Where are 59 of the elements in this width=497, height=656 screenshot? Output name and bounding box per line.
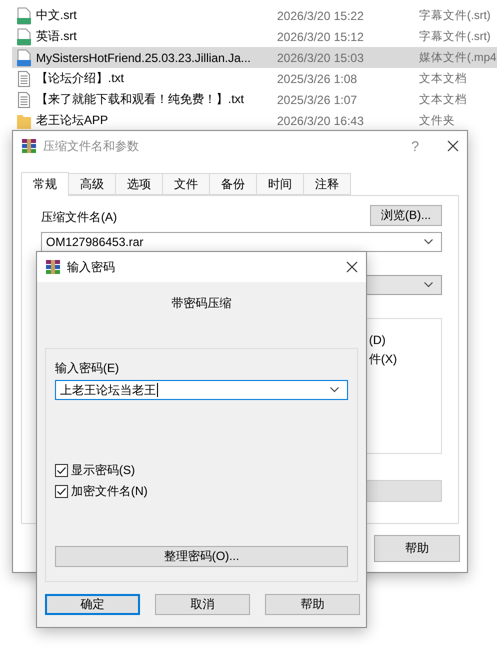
- option-label: (D): [369, 333, 387, 347]
- close-icon[interactable]: [346, 261, 358, 273]
- text-file-icon: [16, 70, 32, 88]
- window-title: 压缩文件名和参数: [43, 138, 140, 154]
- password-field[interactable]: 上老王论坛当老王: [55, 380, 348, 400]
- tab[interactable]: 文件: [162, 173, 210, 195]
- tab[interactable]: 注释: [303, 173, 351, 195]
- field-label: 压缩文件名(A): [41, 209, 117, 226]
- dialog-button[interactable]: 取消: [155, 594, 250, 615]
- archive-app-icon: [45, 259, 61, 275]
- option-label: 件(X): [369, 351, 398, 368]
- file-date: 2026/3/20 15:03: [277, 50, 365, 64]
- field-label: 输入密码(E): [55, 360, 120, 377]
- file-row[interactable]: MySistersHotFriend.25.03.23.Jillian.Ja... 2026/3/20 15:03 媒体文件(.mp4: [12, 47, 497, 68]
- text-file-icon: [16, 90, 32, 108]
- file-name: 【来了就能下载和观看！纯免费！】.txt: [36, 91, 246, 108]
- help-button[interactable]: 帮助: [374, 535, 460, 562]
- tab[interactable]: 常规: [21, 172, 69, 196]
- dialog-button[interactable]: 帮助: [265, 594, 360, 615]
- file-row[interactable]: 【来了就能下载和观看！纯免费！】.txt 2025/3/26 1:07 文本文档: [12, 89, 497, 110]
- file-type: 文本文档: [419, 72, 468, 86]
- file-name: 中文.srt: [36, 7, 78, 24]
- checkbox[interactable]: [55, 485, 68, 498]
- file-date: 2026/3/20 15:12: [277, 30, 365, 44]
- tab[interactable]: 时间: [256, 173, 304, 195]
- file-type: 文本文档: [419, 92, 468, 107]
- tab[interactable]: 选项: [115, 173, 163, 195]
- subtitle-file-icon: [16, 6, 32, 24]
- file-type: 文件夹: [419, 114, 456, 128]
- file-type: 媒体文件(.mp4: [419, 50, 497, 65]
- file-row[interactable]: 【论坛介绍】.txt 2025/3/26 1:08 文本文档: [12, 68, 497, 89]
- dialog-heading: 带密码压缩: [172, 295, 232, 312]
- browse-button[interactable]: 浏览(B)...: [370, 205, 442, 226]
- archive-name-field[interactable]: OM127986453.rar: [41, 232, 442, 252]
- file-row[interactable]: 中文.srt 2026/3/20 15:22 字幕文件(.srt): [12, 5, 497, 26]
- file-row[interactable]: 老王论坛APP 2026/3/20 16:43 文件夹: [12, 110, 497, 131]
- file-name: 英语.srt: [36, 28, 78, 45]
- window-title: 输入密码: [67, 258, 116, 276]
- file-date: 2025/3/26 1:08: [277, 72, 358, 86]
- checkbox[interactable]: [55, 464, 68, 477]
- archive-app-icon: [21, 138, 37, 154]
- file-type: 字幕文件(.srt): [419, 8, 492, 23]
- organize-passwords-button[interactable]: 整理密码(O)...: [55, 546, 348, 567]
- file-type: 字幕文件(.srt): [419, 29, 492, 44]
- dialog-button[interactable]: 确定: [45, 594, 140, 615]
- file-date: 2026/3/20 15:22: [277, 8, 365, 22]
- tab[interactable]: 备份: [209, 173, 257, 195]
- file-date: 2025/3/26 1:07: [277, 92, 358, 106]
- file-name: 老王论坛APP: [36, 112, 110, 129]
- file-name: 【论坛介绍】.txt: [36, 70, 126, 87]
- file-row[interactable]: 英语.srt 2026/3/20 15:12 字幕文件(.srt): [12, 26, 497, 47]
- subtitle-file-icon: [16, 28, 32, 46]
- close-icon[interactable]: [447, 140, 459, 152]
- checkbox-label: 显示密码(S): [71, 462, 135, 479]
- tab[interactable]: 高级: [68, 173, 116, 195]
- checkbox-label: 加密文件名(N): [71, 483, 148, 500]
- video-file-icon: [16, 48, 32, 66]
- file-name: MySistersHotFriend.25.03.23.Jillian.Ja...: [36, 50, 252, 64]
- file-date: 2026/3/20 16:43: [277, 114, 365, 128]
